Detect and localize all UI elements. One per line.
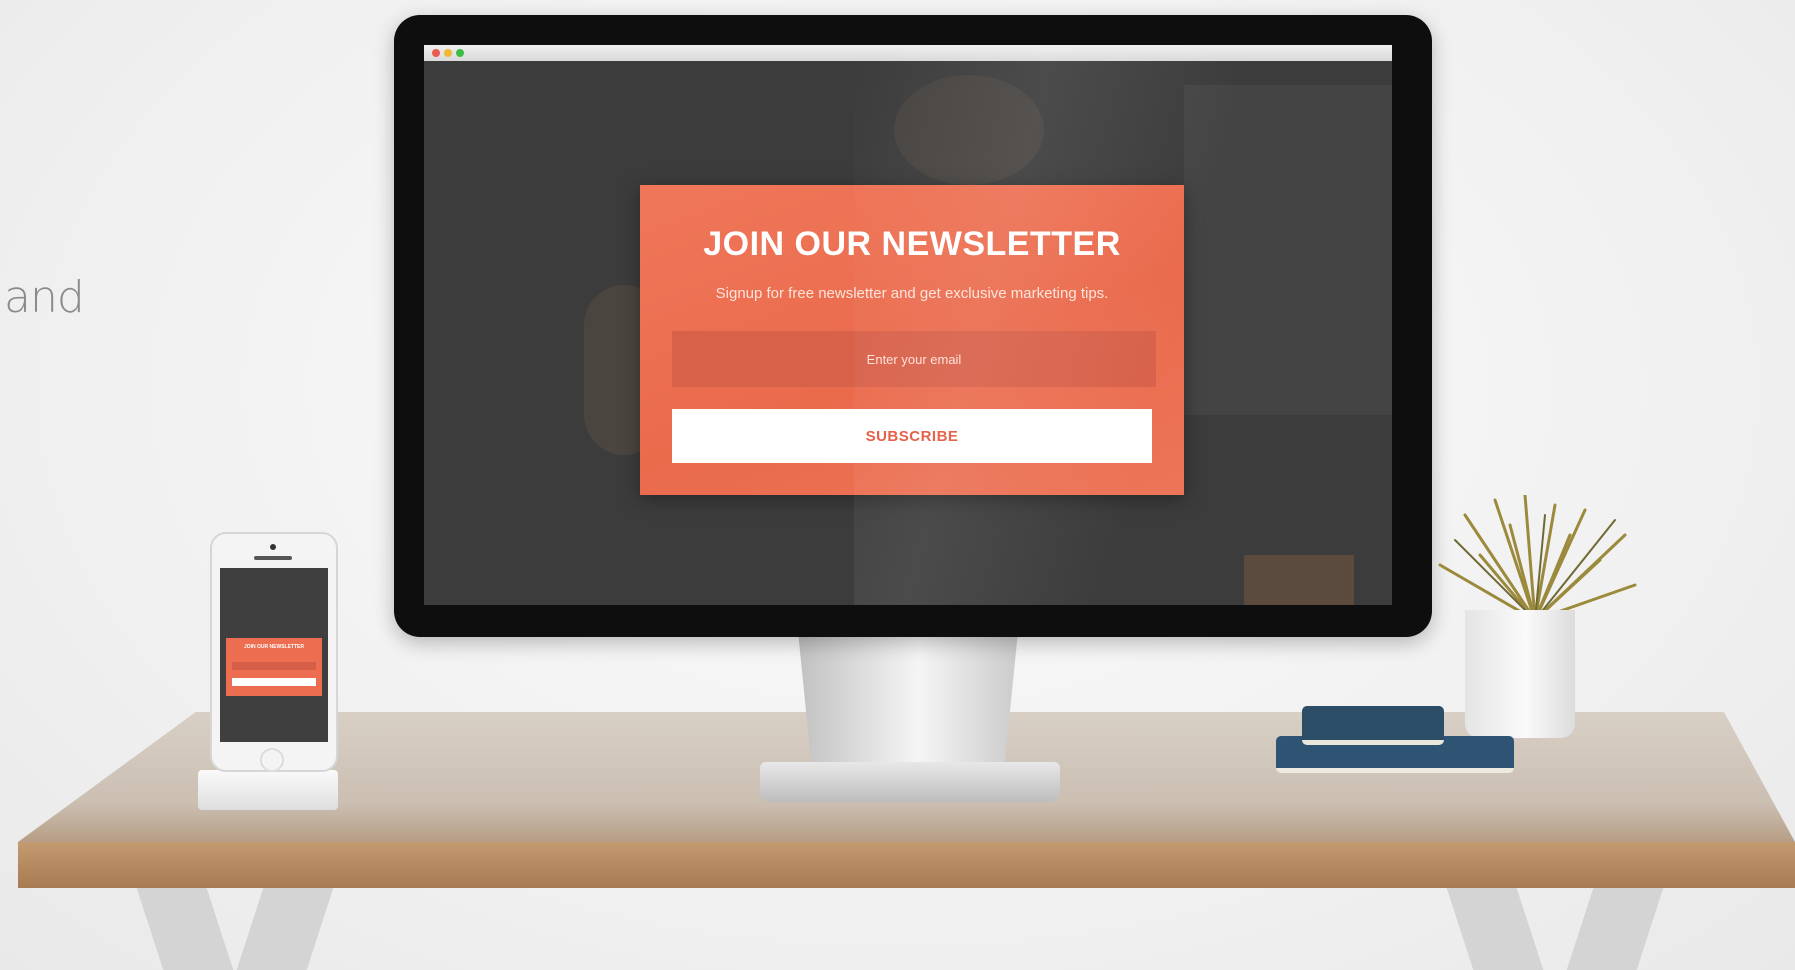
- phone-subscribe-button[interactable]: [232, 678, 316, 686]
- background-photo: [894, 75, 1044, 185]
- desk-leg: [1446, 888, 1544, 970]
- phone-camera: [270, 544, 276, 550]
- phone-newsletter-title: JOIN OUR NEWSLETTER: [243, 644, 304, 650]
- minimize-window-dot[interactable]: [444, 49, 452, 57]
- monitor-stand-base: [760, 762, 1060, 802]
- phone-screen: JOIN OUR NEWSLETTER: [220, 568, 328, 742]
- background-photo: [1244, 555, 1354, 605]
- monitor-stand-neck: [798, 637, 1018, 773]
- desk-leg: [1566, 888, 1664, 970]
- background-photo: [1184, 85, 1392, 415]
- phone-home-button: [260, 748, 284, 772]
- phone: JOIN OUR NEWSLETTER: [210, 532, 338, 772]
- newsletter-title: JOIN OUR NEWSLETTER: [703, 225, 1121, 263]
- subscribe-button[interactable]: SUBSCRIBE: [672, 409, 1152, 463]
- email-input[interactable]: [672, 331, 1156, 387]
- desk-leg: [236, 888, 334, 970]
- notebook: [1302, 706, 1444, 745]
- phone-dock: [198, 770, 338, 810]
- phone-email-input[interactable]: [232, 662, 316, 670]
- side-text: and: [4, 272, 85, 323]
- phone-newsletter-popup: JOIN OUR NEWSLETTER: [226, 638, 322, 696]
- monitor: JOIN OUR NEWSLETTER Signup for free news…: [394, 15, 1432, 637]
- browser-bar: [424, 45, 1392, 61]
- desk-leg: [136, 888, 234, 970]
- plant-pot: [1465, 610, 1575, 738]
- plant-leaves-icon: [1438, 495, 1637, 622]
- newsletter-subtitle: Signup for free newsletter and get exclu…: [715, 285, 1109, 302]
- close-window-dot[interactable]: [432, 49, 440, 57]
- maximize-window-dot[interactable]: [456, 49, 464, 57]
- monitor-screen: JOIN OUR NEWSLETTER Signup for free news…: [424, 45, 1392, 605]
- newsletter-popup: JOIN OUR NEWSLETTER Signup for free news…: [640, 185, 1184, 495]
- phone-speaker: [254, 556, 292, 560]
- desk-edge: [18, 842, 1795, 888]
